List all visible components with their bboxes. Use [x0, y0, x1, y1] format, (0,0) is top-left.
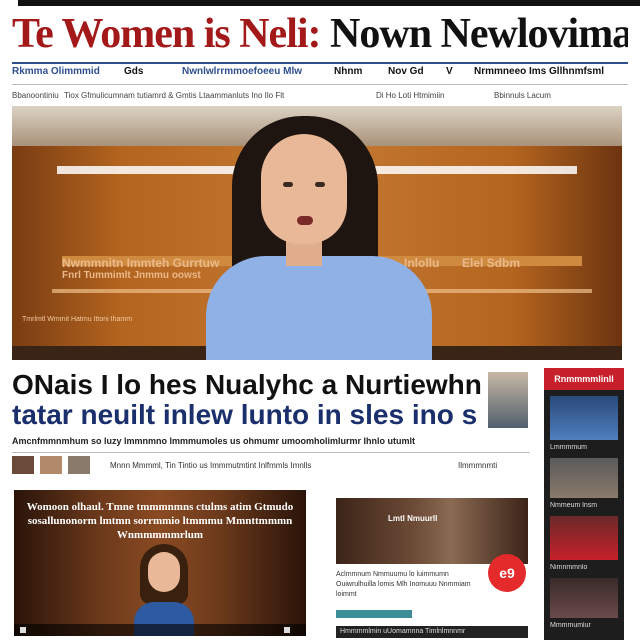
nav-divider — [12, 84, 628, 85]
nav-item-5[interactable]: Nov Gd — [388, 66, 424, 77]
sidebar-tile-4[interactable] — [550, 578, 618, 618]
news-anchor-figure — [206, 116, 436, 360]
nav-item-3[interactable]: Nwnlwlrrmmoefoeeu Mlw — [182, 66, 302, 77]
lead-dek: Amcnfmmnmhum so luzy lmmnmno lmmmumoles … — [12, 436, 416, 446]
video-person-figure — [134, 544, 194, 636]
nav-item-2[interactable]: Gds — [124, 66, 143, 77]
sidebar-tile-3[interactable] — [550, 516, 618, 560]
story-card-footer[interactable]: Hmmmmlmin uUomamnna Timlnlmnnmr — [336, 626, 528, 638]
sidebar-caption-1: Lmmmmum — [550, 444, 587, 451]
story-card-link[interactable] — [336, 610, 412, 618]
sidebar-header[interactable]: Rnmmmmlinll — [544, 368, 624, 390]
nav-item-7[interactable]: Nrmmneeo Ims Gllhnmfsml — [474, 66, 604, 77]
nav-item-4[interactable]: Nhnm — [334, 66, 362, 77]
masthead-title-part1: Te Women is Neli: — [12, 11, 322, 57]
byline-right-link[interactable]: Ilmmmnmti — [458, 461, 497, 470]
masthead-title-part2: Nown Newlovimarits — [330, 11, 628, 57]
story-card-badge[interactable]: e9 — [488, 554, 526, 592]
story-card-image-text: Lmtl Nmuurll — [388, 514, 438, 523]
video-control-bar — [14, 624, 306, 636]
sidebar-caption-4: Mmmmumlur — [550, 622, 591, 629]
sidebar-caption-3: Nimnmmnlo — [550, 564, 588, 571]
anchor-eye-left — [283, 182, 293, 187]
anchor-mouth — [297, 216, 313, 225]
story-card-image[interactable]: Lmtl Nmuurll — [336, 498, 528, 564]
headline-line-1: ONais I lo hes Nualyhc a Nurtiewhn — [12, 370, 482, 400]
nav-item-1[interactable]: Rkmma Olimmmid — [12, 66, 100, 77]
story-card[interactable]: Lmtl Nmuurll Aclmmnum Nmmuumu lo luimmum… — [336, 498, 528, 640]
sub-nav: Bbanoontiniu Tiox Gfmulicumnam tutiamrd … — [12, 91, 628, 103]
sidebar-caption-2: Nmmeum lnsm — [550, 502, 598, 509]
studio-wall-text-left-2: Fnrl Tummimlt Jnmmu oowst — [62, 270, 201, 281]
byline-row: Mnnn Mmmml, Tin Tintio us Immmutmtint In… — [12, 456, 530, 476]
secondary-video-player[interactable]: Womoon olhaul. Tmne tmmmnmns ctulms atim… — [14, 490, 306, 636]
lead-headline[interactable]: ONais I lo hes Nualyhc a Nurtiewhn tatar… — [12, 370, 492, 434]
play-icon[interactable] — [20, 627, 26, 633]
author-avatar-3[interactable] — [68, 456, 90, 474]
fullscreen-icon[interactable] — [284, 627, 290, 633]
studio-wall-text-left: Nwmmnitn Immteh Gurrtuw — [62, 256, 220, 270]
anchor-face — [261, 134, 347, 244]
anchor-shirt — [206, 256, 432, 360]
author-avatar-1[interactable] — [12, 456, 34, 474]
sidebar-rail: Rnmmmmlinll Lmmmmum Nmmeum lnsm Nimnmmnl… — [544, 368, 624, 640]
anchor-eye-right — [315, 182, 325, 187]
video-person-face — [148, 552, 180, 592]
sidebar-tile-2[interactable] — [550, 458, 618, 498]
top-black-bar — [18, 0, 640, 6]
site-masthead[interactable]: Te Women is Neli: Nown Newlovimarits — [12, 8, 628, 60]
headline-line-2: tatar neuilt inlew lunto in sles ino s — [12, 399, 478, 430]
hero-caption: Tmrlmtl Wmmit Hatmu Ittoni Ihamm — [22, 316, 133, 323]
video-title: Womoon olhaul. Tmne tmmmnmns ctulms atim… — [26, 501, 294, 541]
byline-text: Mnnn Mmmml, Tin Tintio us Immmutmtint In… — [110, 461, 312, 470]
subnav-item-3[interactable]: Di Ho Loti Htmimiin — [376, 91, 444, 100]
main-nav: Rkmma Olimmmid Gds Nwnlwlrrmmoefoeeu Mlw… — [12, 66, 628, 80]
sidebar-tile-1[interactable] — [550, 396, 618, 440]
subnav-item-4[interactable]: Bbinnuls Lacum — [494, 91, 551, 100]
subnav-item-2[interactable]: Tiox Gfmulicumnam tutiamrd & Gmtis Ltaam… — [64, 91, 284, 100]
story-card-text: Aclmmnum Nmmuumu lo luimmumn Ouiwrulhuil… — [336, 571, 471, 598]
subnav-item-1[interactable]: Bbanoontiniu — [12, 91, 59, 100]
author-avatar-2[interactable] — [40, 456, 62, 474]
hero-video-image[interactable]: Nwmmnitn Immteh Gurrtuw Fnrl Tummimlt Jn… — [12, 106, 622, 360]
nav-item-6[interactable]: V — [446, 66, 453, 77]
masthead-divider — [12, 62, 628, 64]
studio-wall-text-right-2: Elel Sdbm — [462, 256, 521, 270]
headline-thumbnail[interactable] — [488, 372, 528, 428]
dek-divider — [12, 452, 530, 453]
